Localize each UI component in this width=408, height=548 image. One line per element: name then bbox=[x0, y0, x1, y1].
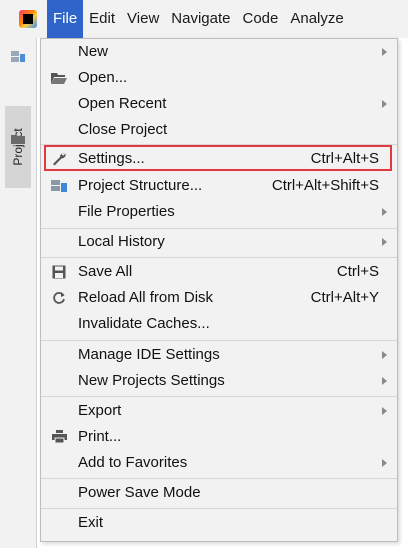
menu-item-invalidate-caches[interactable]: Invalidate Caches... bbox=[41, 311, 397, 337]
menu-item-local-history[interactable]: Local History bbox=[41, 229, 397, 255]
menu-item-project-structure[interactable]: Project Structure... Ctrl+Alt+Shift+S bbox=[41, 173, 397, 199]
menu-item-label: File Properties bbox=[78, 203, 175, 220]
app-logo bbox=[19, 10, 37, 28]
submenu-arrow-icon bbox=[382, 100, 387, 108]
menu-item-label: Close Project bbox=[78, 121, 168, 138]
menu-code[interactable]: Code bbox=[236, 0, 284, 38]
submenu-arrow-icon bbox=[382, 377, 387, 385]
file-menu-dropdown: New Open... Open Recent Close Project Se… bbox=[40, 38, 398, 542]
menu-separator bbox=[41, 396, 397, 397]
menu-file[interactable]: File bbox=[47, 0, 84, 38]
submenu-arrow-icon bbox=[382, 351, 387, 359]
folder-open-icon bbox=[51, 70, 67, 86]
menu-item-shortcut: Ctrl+S bbox=[336, 263, 379, 280]
menu-item-add-to-favorites[interactable]: Add to Favorites bbox=[41, 450, 397, 476]
submenu-arrow-icon bbox=[382, 238, 387, 246]
project-structure-icon[interactable] bbox=[11, 51, 25, 63]
menu-item-label: Reload All from Disk bbox=[78, 289, 214, 306]
menu-separator bbox=[41, 257, 397, 258]
menu-item-reload-all[interactable]: Reload All from Disk Ctrl+Alt+Y bbox=[41, 285, 397, 311]
menu-item-label: Open Recent bbox=[78, 95, 167, 112]
menu-item-label: Project Structure... bbox=[78, 177, 203, 194]
submenu-arrow-icon bbox=[382, 407, 387, 415]
menu-item-label: Invalidate Caches... bbox=[78, 315, 210, 332]
menu-item-label: Print... bbox=[78, 428, 122, 445]
menu-item-label: New bbox=[78, 43, 109, 60]
menu-item-export[interactable]: Export bbox=[41, 398, 397, 424]
menu-separator bbox=[41, 340, 397, 341]
submenu-arrow-icon bbox=[382, 48, 387, 56]
menu-item-close-project[interactable]: Close Project bbox=[41, 117, 397, 143]
menu-analyze[interactable]: Analyze bbox=[284, 0, 349, 38]
menu-item-power-save-mode[interactable]: Power Save Mode bbox=[41, 480, 397, 506]
menu-navigate[interactable]: Navigate bbox=[165, 0, 236, 38]
project-structure-icon bbox=[51, 178, 67, 194]
menu-item-label: New Projects Settings bbox=[78, 372, 225, 389]
menu-item-label: Add to Favorites bbox=[78, 454, 188, 471]
menu-item-shortcut: Ctrl+Alt+Y bbox=[310, 289, 379, 306]
menu-bar: File Edit View Navigate Code Analyze bbox=[0, 0, 408, 38]
menu-item-label: Manage IDE Settings bbox=[78, 346, 220, 363]
menu-item-print[interactable]: Print... bbox=[41, 424, 397, 450]
menu-item-exit[interactable]: Exit bbox=[41, 510, 397, 536]
settings-highlight-box bbox=[44, 145, 392, 171]
folder-icon bbox=[11, 135, 25, 144]
save-icon bbox=[51, 264, 67, 280]
reload-icon bbox=[51, 290, 67, 306]
menu-item-label: Local History bbox=[78, 233, 165, 250]
menu-view[interactable]: View bbox=[121, 0, 165, 38]
menu-item-open-recent[interactable]: Open Recent bbox=[41, 91, 397, 117]
menu-item-label: Open... bbox=[78, 69, 128, 86]
menu-separator bbox=[41, 508, 397, 509]
menu-item-save-all[interactable]: Save All Ctrl+S bbox=[41, 259, 397, 285]
menu-item-manage-ide-settings[interactable]: Manage IDE Settings bbox=[41, 342, 397, 368]
menu-item-new[interactable]: New bbox=[41, 39, 397, 65]
menu-item-label: Save All bbox=[78, 263, 133, 280]
menu-item-label: Export bbox=[78, 402, 122, 419]
submenu-arrow-icon bbox=[382, 208, 387, 216]
project-tool-tab[interactable]: Project bbox=[5, 106, 31, 188]
menu-item-open[interactable]: Open... bbox=[41, 65, 397, 91]
printer-icon bbox=[51, 429, 67, 445]
menu-item-shortcut: Ctrl+Alt+Shift+S bbox=[271, 177, 379, 194]
menu-item-new-projects-settings[interactable]: New Projects Settings bbox=[41, 368, 397, 394]
menu-item-label: Power Save Mode bbox=[78, 484, 201, 501]
menu-item-file-properties[interactable]: File Properties bbox=[41, 199, 397, 225]
menu-separator bbox=[41, 478, 397, 479]
menu-item-label: Exit bbox=[78, 514, 104, 531]
submenu-arrow-icon bbox=[382, 459, 387, 467]
tool-window-strip: Project bbox=[0, 38, 37, 548]
menu-edit[interactable]: Edit bbox=[83, 0, 121, 38]
